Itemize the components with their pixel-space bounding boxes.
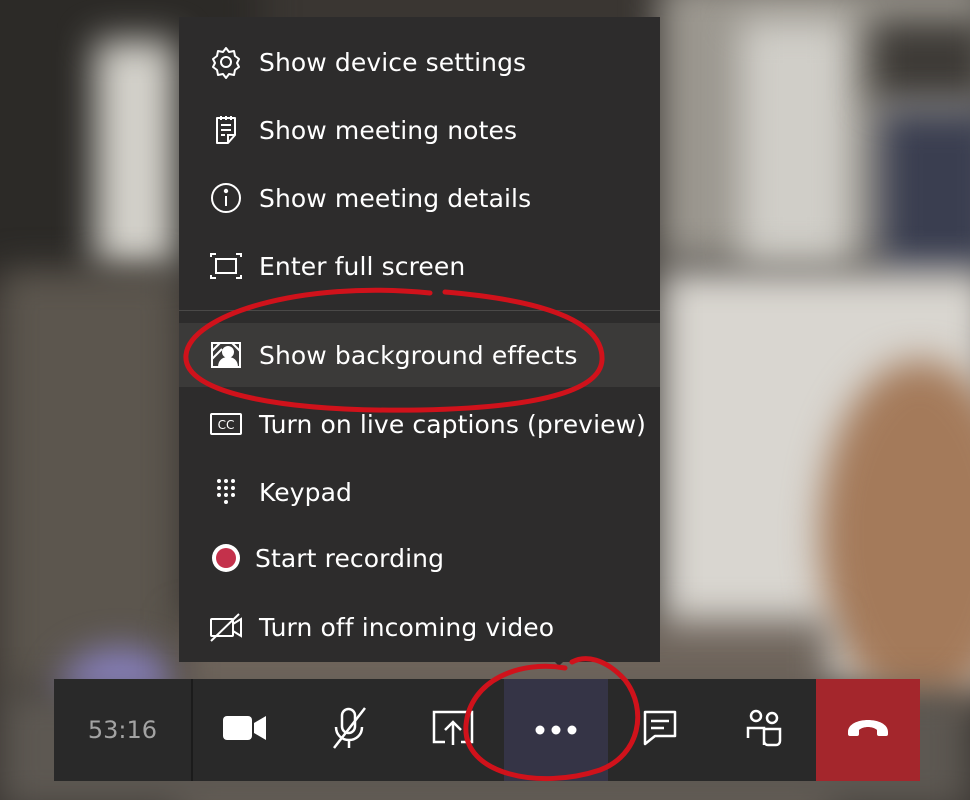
call-timer: 53:16 (54, 679, 193, 781)
more-options-button[interactable] (504, 679, 609, 781)
keypad-icon (209, 475, 243, 509)
record-icon (209, 541, 243, 575)
menu-item-keypad[interactable]: Keypad (179, 460, 660, 524)
menu-item-incoming-video-off[interactable]: Turn off incoming video (179, 595, 660, 659)
menu-item-label: Turn off incoming video (259, 612, 555, 642)
menu-item-label: Keypad (259, 477, 352, 507)
menu-item-meeting-details[interactable]: Show meeting details (179, 166, 660, 230)
menu-pointer (547, 654, 571, 666)
menu-item-background-effects[interactable]: Show background effects (179, 323, 660, 387)
background-effects-icon (209, 338, 243, 372)
more-options-menu: Show device settings Show meeting notes … (179, 17, 660, 662)
share-screen-button[interactable] (401, 679, 505, 781)
menu-item-meeting-notes[interactable]: Show meeting notes (179, 98, 660, 162)
info-icon (209, 181, 243, 215)
video-off-icon (209, 610, 243, 644)
mute-button[interactable] (297, 679, 401, 781)
menu-item-label: Show background effects (259, 340, 578, 370)
menu-item-label: Show meeting details (259, 183, 532, 213)
camera-icon (222, 713, 267, 747)
more-options-icon (534, 721, 578, 740)
meeting-control-bar: 53:16 (54, 679, 920, 781)
menu-item-label: Show meeting notes (259, 115, 518, 145)
menu-item-label: Show device settings (259, 47, 527, 77)
mic-muted-icon (329, 706, 369, 754)
captions-icon: CC (209, 407, 243, 441)
share-screen-icon (431, 709, 475, 751)
participants-icon (744, 708, 784, 752)
svg-text:CC: CC (218, 418, 235, 432)
menu-item-full-screen[interactable]: Enter full screen (179, 234, 660, 298)
menu-item-label: Turn on live captions (preview) (259, 409, 646, 439)
fullscreen-icon (209, 249, 243, 283)
menu-item-live-captions[interactable]: CC Turn on live captions (preview) (179, 392, 660, 456)
camera-button[interactable] (193, 679, 297, 781)
hang-up-button[interactable] (816, 679, 920, 781)
gear-icon (209, 45, 243, 79)
participants-button[interactable] (712, 679, 816, 781)
notes-icon (209, 113, 243, 147)
menu-item-start-recording[interactable]: Start recording (179, 526, 660, 590)
chat-icon (640, 709, 680, 751)
menu-item-label: Start recording (255, 543, 445, 573)
chat-button[interactable] (608, 679, 712, 781)
menu-item-device-settings[interactable]: Show device settings (179, 30, 660, 94)
menu-divider (179, 310, 660, 311)
hang-up-icon (846, 718, 890, 742)
menu-item-label: Enter full screen (259, 251, 466, 281)
